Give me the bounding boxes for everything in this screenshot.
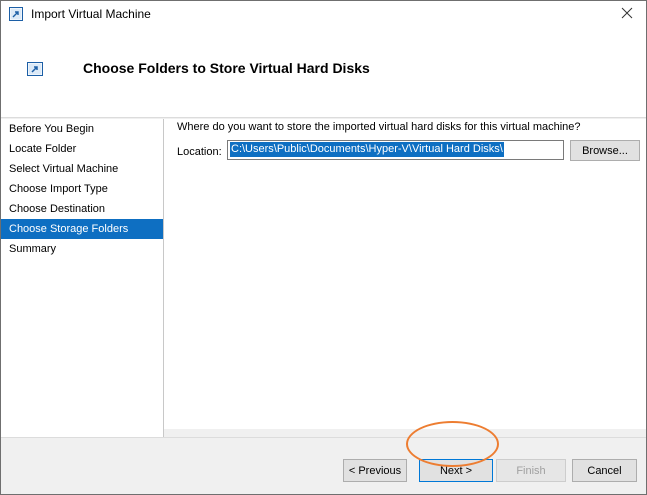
next-button[interactable]: Next > (419, 459, 493, 482)
title-bar: Import Virtual Machine (1, 1, 646, 28)
nav-item-select-virtual-machine[interactable]: Select Virtual Machine (1, 159, 163, 179)
location-input[interactable]: C:\Users\Public\Documents\Hyper-V\Virtua… (227, 140, 564, 160)
previous-button[interactable]: < Previous (343, 459, 407, 482)
browse-button[interactable]: Browse... (570, 140, 640, 161)
location-value: C:\Users\Public\Documents\Hyper-V\Virtua… (230, 142, 504, 157)
nav-item-choose-destination[interactable]: Choose Destination (1, 199, 163, 219)
nav-item-summary[interactable]: Summary (1, 239, 163, 259)
import-vm-dialog: Import Virtual Machine Choose Folders to… (0, 0, 647, 495)
wizard-content: Before You Begin Locate Folder Select Vi… (1, 119, 646, 437)
nav-item-before-you-begin[interactable]: Before You Begin (1, 119, 163, 139)
page-header: Choose Folders to Store Virtual Hard Dis… (1, 28, 646, 118)
page-title: Choose Folders to Store Virtual Hard Dis… (83, 60, 370, 76)
window-title: Import Virtual Machine (31, 7, 151, 21)
nav-item-locate-folder[interactable]: Locate Folder (1, 139, 163, 159)
wizard-footer: < Previous Next > Finish Cancel (1, 437, 646, 494)
close-button[interactable] (608, 1, 646, 28)
import-vm-icon (23, 59, 47, 79)
cancel-button[interactable]: Cancel (572, 459, 637, 482)
finish-button[interactable]: Finish (496, 459, 566, 482)
location-label: Location: (177, 146, 222, 158)
storage-folder-panel: Where do you want to store the imported … (177, 119, 641, 419)
nav-item-choose-import-type[interactable]: Choose Import Type (1, 179, 163, 199)
nav-item-choose-storage-folders[interactable]: Choose Storage Folders (1, 219, 163, 239)
wizard-steps-nav: Before You Begin Locate Folder Select Vi… (1, 119, 164, 437)
import-vm-icon (9, 7, 23, 21)
instruction-text: Where do you want to store the imported … (177, 121, 581, 133)
close-icon (621, 7, 633, 22)
